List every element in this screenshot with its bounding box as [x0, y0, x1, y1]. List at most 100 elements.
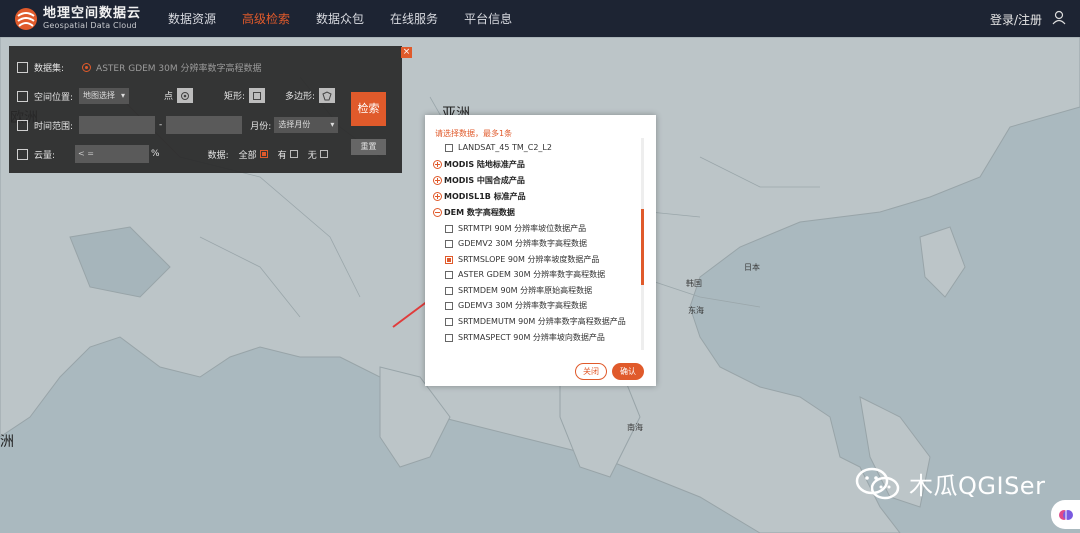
cloud-label: 云量:	[34, 150, 56, 161]
option-all-label: 全部	[238, 150, 257, 161]
location-icon	[17, 90, 28, 102]
item-label: SRTMDEMUTM 90M 分辨率数字高程数据产品	[458, 317, 626, 326]
modal-confirm-button[interactable]: 确认	[612, 363, 644, 380]
item-checkbox[interactable]	[445, 239, 453, 248]
dataset-modal: 请选择数据，最多1条 LANDSAT_45 TM_C2_L2 MODIS 陆地标…	[425, 115, 656, 386]
modal-close-button[interactable]: 关闭	[575, 363, 607, 380]
watermark-text: 木瓜QGISer	[909, 472, 1046, 500]
nav-platform-info[interactable]: 平台信息	[464, 10, 512, 27]
time-separator: -	[159, 120, 163, 130]
cloud-unit: %	[151, 149, 160, 159]
target-icon	[82, 63, 92, 72]
option-none-checkbox[interactable]	[319, 150, 328, 158]
time-icon	[17, 119, 28, 131]
caret-down-icon: ▾	[121, 91, 126, 100]
login-register-link[interactable]: 登录/注册	[990, 11, 1042, 28]
expand-icon[interactable]	[433, 176, 442, 185]
dataset-selector[interactable]: ASTER GDEM 30M 分辨率数字高程数据	[82, 61, 262, 74]
list-item[interactable]: SRTMDEMUTM 90M 分辨率数字高程数据产品	[445, 316, 626, 327]
list-item[interactable]: SRTMTPI 90M 分辨率坡位数据产品	[445, 223, 586, 234]
nav-advanced-search[interactable]: 高级检索	[242, 10, 290, 27]
caret-down-icon: ▾	[330, 120, 335, 129]
list-item[interactable]: GDEMV3 30M 分辨率数字高程数据	[445, 300, 587, 311]
modal-scrollbar-thumb[interactable]	[641, 209, 644, 285]
cloud-icon	[17, 148, 28, 160]
rect-tool-button[interactable]	[249, 88, 266, 103]
tree-group[interactable]: MODIS 中国合成产品	[433, 175, 525, 186]
item-label: SRTMDEM 90M 分辨率原始高程数据	[458, 286, 593, 295]
map-label-east: 东海	[688, 306, 704, 315]
point-tool-button[interactable]	[177, 88, 194, 103]
option-none-label: 无	[307, 150, 317, 161]
tree-group[interactable]: DEM 数字高程数据	[433, 207, 515, 218]
watermark: 木瓜QGISer	[855, 466, 1045, 501]
time-start-input[interactable]	[79, 116, 156, 134]
tree-group[interactable]: MODIS 陆地标准产品	[433, 159, 525, 170]
list-item[interactable]: SRTMSLOPE 90M 分辨率坡度数据产品	[445, 254, 599, 265]
logo-title: 地理空间数据云	[43, 6, 142, 21]
expand-icon[interactable]	[433, 160, 442, 169]
data-label: 数据:	[207, 150, 229, 161]
tree-group[interactable]: MODISL1B 标准产品	[433, 191, 526, 202]
polygon-tool-button[interactable]	[319, 88, 336, 103]
group-label: MODIS 中国合成产品	[444, 176, 525, 185]
nav-online-services[interactable]: 在线服务	[390, 10, 438, 27]
item-label: LANDSAT_45 TM_C2_L2	[458, 143, 552, 152]
wechat-icon	[855, 467, 900, 499]
list-item[interactable]: LANDSAT_45 TM_C2_L2	[445, 143, 552, 152]
time-end-input[interactable]	[166, 116, 243, 134]
site-logo[interactable]: 地理空间数据云 Geospatial Data Cloud	[13, 6, 148, 32]
point-icon	[181, 91, 190, 100]
search-button[interactable]: 检索	[351, 92, 386, 126]
location-select-value: 地图选择	[83, 91, 116, 100]
nav-crowdsourcing[interactable]: 数据众包	[316, 10, 364, 27]
panel-close-button[interactable]: ×	[401, 47, 412, 58]
expand-icon[interactable]	[433, 192, 442, 201]
item-checkbox[interactable]	[445, 255, 453, 264]
item-label: ASTER GDEM 30M 分辨率数字高程数据	[458, 270, 606, 279]
month-select[interactable]: 选择月份 ▾	[274, 117, 339, 133]
map-label-japan: 日本	[744, 263, 760, 272]
item-checkbox[interactable]	[445, 317, 453, 326]
item-label: SRTMTPI 90M 分辨率坡位数据产品	[458, 224, 587, 233]
dataset-tree: LANDSAT_45 TM_C2_L2 MODIS 陆地标准产品 MODIS 中…	[433, 141, 643, 351]
list-item[interactable]: GDEMV2 30M 分辨率数字高程数据	[445, 238, 587, 249]
assistant-button[interactable]	[1051, 500, 1080, 529]
item-label: SRTMASPECT 90M 分辨率坡向数据产品	[458, 333, 605, 342]
option-has-checkbox[interactable]	[289, 150, 298, 158]
user-icon[interactable]	[1052, 10, 1066, 28]
map-label-south: 南海	[627, 423, 643, 432]
item-label: SRTMSLOPE 90M 分辨率坡度数据产品	[458, 255, 600, 264]
item-checkbox[interactable]	[445, 286, 453, 295]
item-checkbox[interactable]	[445, 301, 453, 310]
group-label: MODIS 陆地标准产品	[444, 160, 525, 169]
map-label-korea: 韩国	[686, 279, 702, 288]
logo-subtitle: Geospatial Data Cloud	[43, 21, 137, 30]
collapse-icon[interactable]	[433, 208, 442, 217]
time-label: 时间范围:	[34, 121, 74, 132]
item-checkbox[interactable]	[445, 333, 453, 342]
dataset-label: 数据集:	[34, 64, 65, 74]
location-label: 空间位置:	[34, 92, 74, 103]
item-checkbox[interactable]	[445, 143, 453, 152]
month-select-value: 选择月份	[278, 120, 311, 129]
item-checkbox[interactable]	[445, 224, 453, 233]
list-item[interactable]: SRTMDEM 90M 分辨率原始高程数据	[445, 285, 592, 296]
option-has-label: 有	[277, 150, 287, 161]
item-label: GDEMV3 30M 分辨率数字高程数据	[458, 301, 588, 310]
list-item[interactable]: ASTER GDEM 30M 分辨率数字高程数据	[445, 269, 605, 280]
option-all-checkbox[interactable]	[259, 150, 268, 158]
cloud-input[interactable]: < =	[75, 145, 150, 163]
rectangle-icon	[253, 91, 262, 100]
search-panel: 数据集: ASTER GDEM 30M 分辨率数字高程数据 空间位置: 地图选择…	[9, 46, 402, 173]
group-label: DEM 数字高程数据	[444, 208, 515, 217]
brain-icon	[1058, 509, 1073, 520]
nav-data-resources[interactable]: 数据资源	[168, 10, 216, 27]
reset-button[interactable]: 重置	[351, 139, 386, 155]
list-item[interactable]: SRTMASPECT 90M 分辨率坡向数据产品	[445, 332, 605, 343]
rect-label: 矩形:	[224, 92, 246, 102]
group-label: MODISL1B 标准产品	[444, 192, 526, 201]
item-checkbox[interactable]	[445, 270, 453, 279]
location-select[interactable]: 地图选择 ▾	[79, 88, 130, 104]
item-label: GDEMV2 30M 分辨率数字高程数据	[458, 239, 588, 248]
